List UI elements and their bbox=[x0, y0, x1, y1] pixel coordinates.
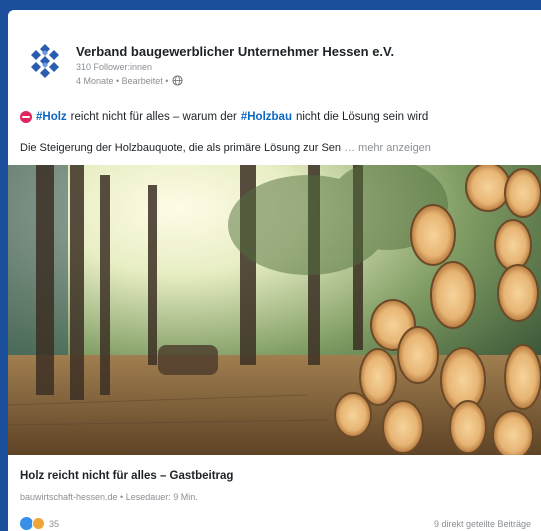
hashtag-holz[interactable]: #Holz bbox=[36, 111, 67, 123]
article-meta: bauwirtschaft-hessen.de • Lesedauer: 9 M… bbox=[20, 492, 198, 502]
love-icon bbox=[32, 517, 45, 530]
follower-count: 310 Follower:innen bbox=[76, 62, 153, 72]
no-entry-icon bbox=[20, 111, 32, 123]
post-meta-text: 4 Monate • Bearbeitet • bbox=[76, 75, 169, 86]
org-logo[interactable] bbox=[26, 42, 64, 80]
globe-icon bbox=[172, 75, 183, 86]
org-name[interactable]: Verband baugewerblicher Unternehmer Hess… bbox=[76, 44, 394, 59]
post-meta: 4 Monate • Bearbeitet • bbox=[76, 75, 183, 86]
reactions-summary[interactable]: 35 bbox=[20, 517, 59, 530]
post-body: Die Steigerung der Holzbauquote, die als… bbox=[20, 142, 431, 154]
show-more-button[interactable]: … mehr anzeigen bbox=[344, 142, 431, 154]
post-headline: #Holz reicht nicht für alles – warum der… bbox=[20, 111, 428, 123]
post-header: Verband baugewerblicher Unternehmer Hess… bbox=[8, 10, 541, 102]
share-count[interactable]: 9 direkt geteilte Beiträge bbox=[434, 519, 531, 529]
post-card: Verband baugewerblicher Unternehmer Hess… bbox=[8, 10, 541, 531]
reaction-count: 35 bbox=[49, 518, 60, 529]
post-body-text: Die Steigerung der Holzbauquote, die als… bbox=[20, 142, 342, 154]
hashtag-holzbau[interactable]: #Holzbau bbox=[241, 111, 292, 123]
article-image[interactable] bbox=[8, 165, 541, 455]
headline-text-1: reicht nicht für alles – warum der bbox=[70, 111, 237, 123]
article-title[interactable]: Holz reicht nicht für alles – Gastbeitra… bbox=[20, 470, 233, 482]
headline-text-2: nicht die Lösung sein wird bbox=[295, 111, 429, 123]
